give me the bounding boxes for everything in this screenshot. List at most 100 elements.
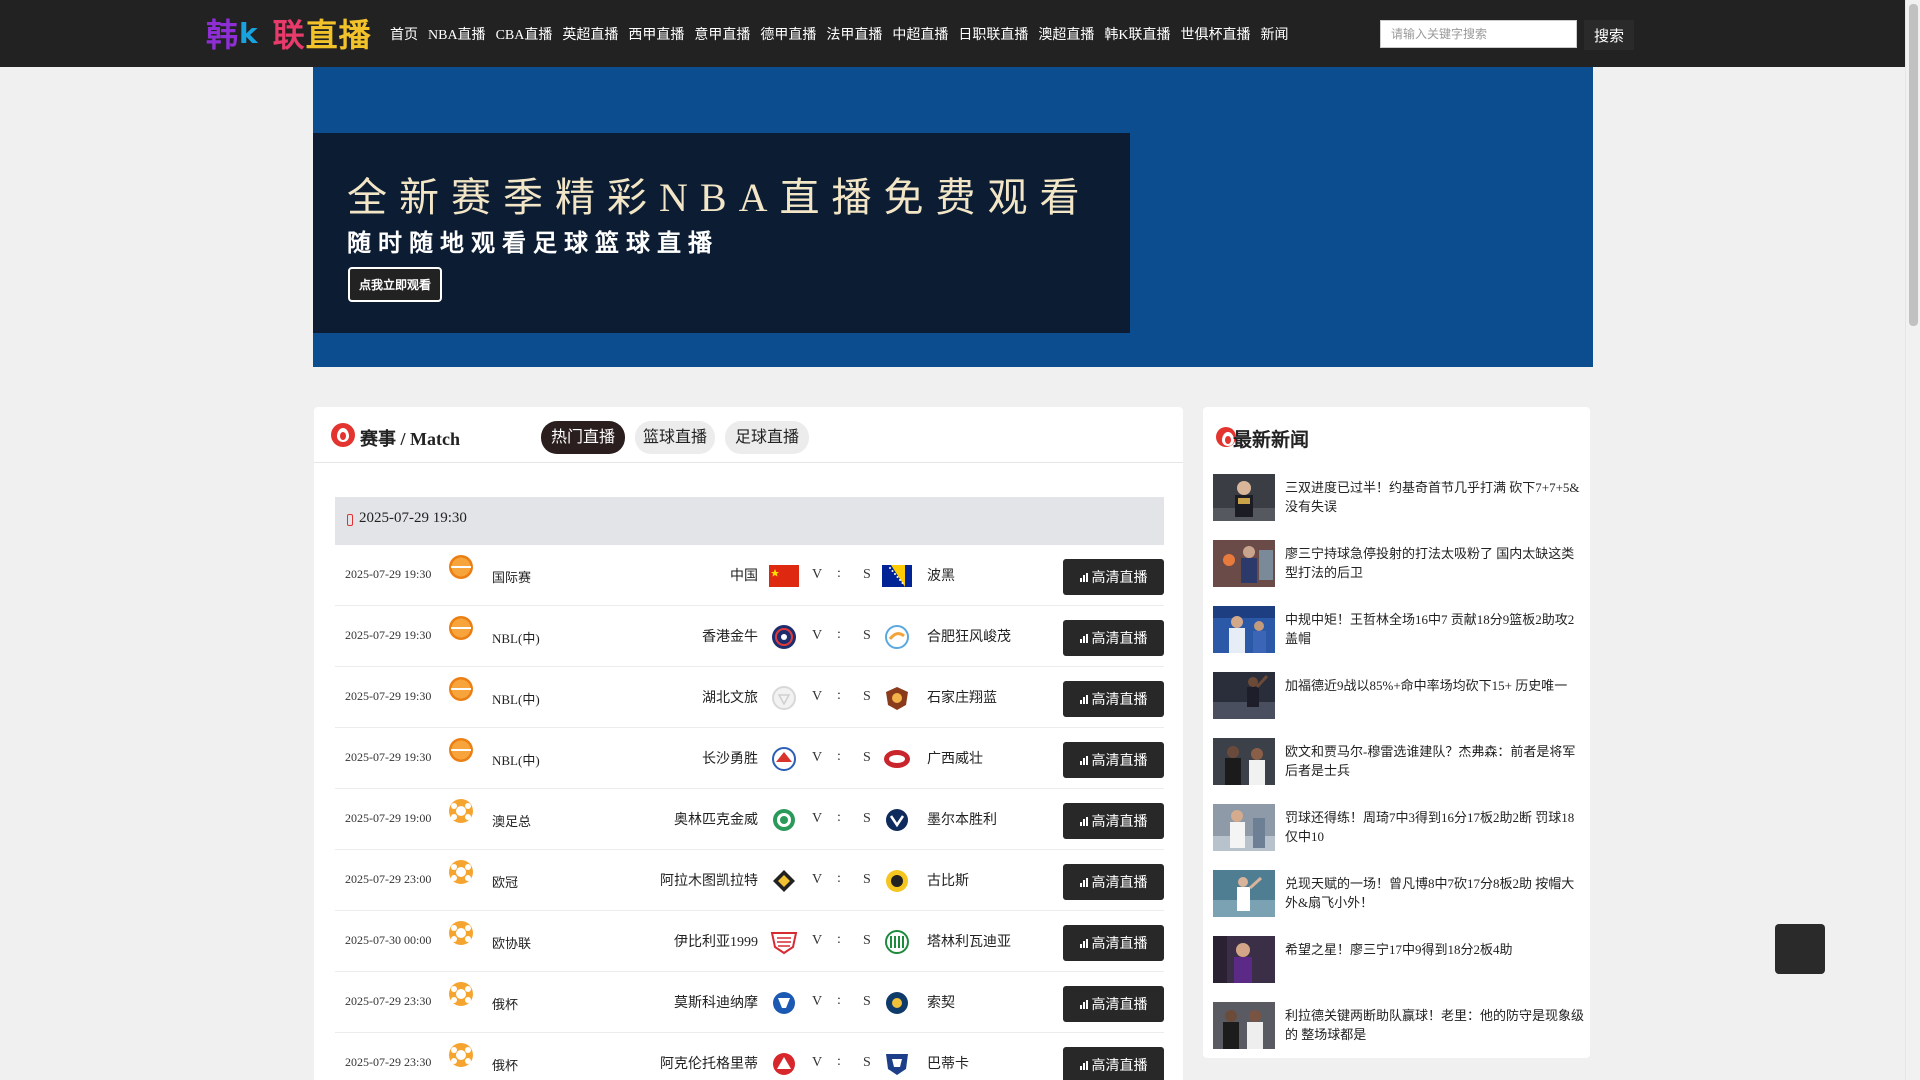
match-row[interactable]: 2025-07-29 23:30 俄杯 莫斯科迪纳摩 V : S 索契 高清直播 — [335, 972, 1164, 1033]
search-input[interactable] — [1380, 20, 1577, 48]
nav-seriea[interactable]: 意甲直播 — [694, 24, 750, 44]
nav-club-world-cup[interactable]: 世俱杯直播 — [1180, 24, 1250, 44]
match-time: 2025-07-29 23:00 — [345, 872, 432, 886]
news-item[interactable]: 加福德近9战以85%+命中率场均砍下15+ 历史唯一 — [1213, 672, 1583, 720]
home-team: 阿克伦托格里蒂 — [660, 1057, 758, 1072]
banner-watch-button[interactable]: 点我立即观看 — [348, 267, 442, 302]
fire-icon — [331, 423, 355, 447]
date-header-text: 2025-07-29 19:30 — [359, 510, 467, 526]
nav-bundesliga[interactable]: 德甲直播 — [760, 24, 816, 44]
nav-jleague[interactable]: 日职联直播 — [958, 24, 1028, 44]
news-thumbnail — [1213, 738, 1275, 785]
news-thumbnail — [1213, 540, 1275, 587]
vs-s: S — [863, 567, 871, 582]
logo-text-zhibo: 直播 — [305, 16, 372, 54]
basketball-icon — [449, 555, 473, 579]
match-row[interactable]: 2025-07-29 19:00 澳足总 奥林匹克金威 V : S 墨尔本胜利 … — [335, 789, 1164, 850]
match-league: 国际赛 — [492, 570, 532, 585]
nav-aleague[interactable]: 澳超直播 — [1038, 24, 1094, 44]
banner-ad[interactable]: 全新赛季精彩NBA直播免费观看 随时随地观看足球篮球直播 点我立即观看 — [313, 133, 1130, 333]
nav-cba[interactable]: CBA直播 — [496, 24, 553, 44]
news-item[interactable]: 利拉德关键两断助队赢球！老里：他的防守是现象级的 整场球都是 — [1213, 1002, 1584, 1050]
hd-live-button[interactable]: 高清直播 — [1063, 1047, 1164, 1080]
banner-subtitle: 随时随地观看足球篮球直播 — [347, 229, 719, 257]
search-button[interactable]: 搜索 — [1584, 20, 1634, 50]
news-item[interactable]: 兑现天赋的一场！曾凡博8中7砍17分8板2助 按帽大外&扇飞小外！ — [1213, 870, 1583, 918]
news-thumbnail — [1213, 804, 1275, 851]
hd-live-button[interactable]: 高清直播 — [1063, 742, 1164, 778]
home-team: 香港金牛 — [702, 630, 758, 645]
nav-csl[interactable]: 中超直播 — [892, 24, 948, 44]
nav-home[interactable]: 首页 — [390, 24, 418, 44]
vs-s: S — [863, 994, 871, 1009]
team-logo-icon — [773, 992, 795, 1014]
team-logo-icon — [773, 870, 795, 892]
team-logo-icon — [886, 1054, 908, 1075]
hd-live-button[interactable]: 高清直播 — [1063, 925, 1164, 961]
hd-live-button[interactable]: 高清直播 — [1063, 864, 1164, 900]
vs-colon: : — [837, 688, 841, 703]
logo-text-lian: 联 — [272, 16, 306, 54]
nav-ligue1[interactable]: 法甲直播 — [826, 24, 882, 44]
away-team: 墨尔本胜利 — [927, 813, 997, 828]
nav-nba[interactable]: NBA直播 — [428, 24, 486, 44]
match-row[interactable]: 2025-07-29 19:30 国际赛 中国 V : S 波黑 高清直播 — [335, 545, 1164, 606]
away-team: 古比斯 — [927, 874, 969, 889]
news-title: 罚球还得练！周琦7中3得到16分17板2助2断 罚球18仅中10 — [1285, 810, 1575, 844]
back-to-top-button[interactable] — [1775, 924, 1825, 974]
team-logo-icon — [773, 1053, 795, 1075]
vs-s: S — [863, 750, 871, 765]
match-row[interactable]: 2025-07-29 23:00 欧冠 阿拉木图凯拉特 V : S 古比斯 高清… — [335, 850, 1164, 911]
news-item[interactable]: 三双进度已过半！约基奇首节几乎打满 砍下7+7+5&没有失误 — [1213, 474, 1583, 522]
hd-live-button[interactable]: 高清直播 — [1063, 803, 1164, 839]
site-logo[interactable]: 韩 k 联 直播 — [206, 12, 372, 54]
news-item[interactable]: 中规中矩！王哲林全场16中7 贡献18分9篮板2助攻2盖帽 — [1213, 606, 1583, 654]
tab-hot-live[interactable]: 热门直播 — [541, 421, 625, 454]
team-logo-icon — [885, 625, 909, 649]
home-team: 伊比利亚1999 — [674, 935, 758, 950]
hero-banner: 全新赛季精彩NBA直播免费观看 随时随地观看足球篮球直播 点我立即观看 — [313, 67, 1593, 367]
signal-bars-icon — [1079, 633, 1088, 643]
main-nav: 首页 NBA直播 CBA直播 英超直播 西甲直播 意甲直播 德甲直播 法甲直播 … — [390, 0, 1298, 67]
signal-bars-icon — [1079, 572, 1088, 582]
match-row[interactable]: 2025-07-30 00:00 欧协联 伊比利亚1999 V : S 塔林利瓦… — [335, 911, 1164, 972]
match-league: 欧协联 — [492, 936, 532, 951]
news-item[interactable]: 罚球还得练！周琦7中3得到16分17板2助2断 罚球18仅中10 — [1213, 804, 1583, 852]
news-title: 欧文和贾马尔-穆雷选谁建队？杰弗森：前者是将军 后者是士兵 — [1285, 744, 1576, 778]
basketball-icon — [449, 616, 473, 640]
signal-bars-icon — [1079, 816, 1088, 826]
match-row[interactable]: 2025-07-29 23:30 俄杯 阿克伦托格里蒂 V : S 巴蒂卡 高清… — [335, 1033, 1164, 1080]
news-item[interactable]: 欧文和贾马尔-穆雷选谁建队？杰弗森：前者是将军 后者是士兵 — [1213, 738, 1583, 786]
match-row[interactable]: 2025-07-29 19:30 NBL(中) 香港金牛 V : S 合肥狂风峻… — [335, 606, 1164, 667]
match-time: 2025-07-29 23:30 — [345, 994, 432, 1008]
match-time: 2025-07-29 19:30 — [345, 750, 432, 764]
vs-colon: : — [837, 932, 841, 947]
page-scrollbar[interactable] — [1905, 0, 1920, 1080]
hd-live-button[interactable]: 高清直播 — [1063, 681, 1164, 717]
tab-basketball-live[interactable]: 篮球直播 — [635, 421, 715, 454]
news-thumbnail — [1213, 474, 1275, 521]
vs-colon: : — [837, 1054, 841, 1069]
nav-epl[interactable]: 英超直播 — [562, 24, 618, 44]
match-time: 2025-07-29 19:30 — [345, 689, 432, 703]
vs-colon: : — [837, 566, 841, 581]
news-item[interactable]: 希望之星！廖三宁17中9得到18分2板4助 — [1213, 936, 1583, 984]
vs-colon: : — [837, 871, 841, 886]
hd-live-button[interactable]: 高清直播 — [1063, 620, 1164, 656]
nav-news[interactable]: 新闻 — [1260, 24, 1288, 44]
match-league: 俄杯 — [492, 1058, 519, 1073]
away-team: 巴蒂卡 — [927, 1057, 969, 1072]
hd-live-button[interactable]: 高清直播 — [1063, 986, 1164, 1022]
nav-kleague[interactable]: 韩K联直播 — [1104, 24, 1170, 44]
vs-colon: : — [837, 810, 841, 825]
match-time: 2025-07-29 19:30 — [345, 567, 432, 581]
match-row[interactable]: 2025-07-29 19:30 NBL(中) 长沙勇胜 V : S 广西威壮 … — [335, 728, 1164, 789]
scrollbar-thumb[interactable] — [1909, 4, 1918, 326]
match-row[interactable]: 2025-07-29 19:30 NBL(中) 湖北文旅 V : S 石家庄翔蓝… — [335, 667, 1164, 728]
nav-laliga[interactable]: 西甲直播 — [628, 24, 684, 44]
team-logo-icon — [886, 870, 908, 892]
hd-live-button[interactable]: 高清直播 — [1063, 559, 1164, 595]
tab-football-live[interactable]: 足球直播 — [725, 421, 809, 454]
news-item[interactable]: 廖三宁持球急停投射的打法太吸粉了 国内太缺这类型打法的后卫 — [1213, 540, 1583, 588]
football-icon — [449, 982, 473, 1006]
